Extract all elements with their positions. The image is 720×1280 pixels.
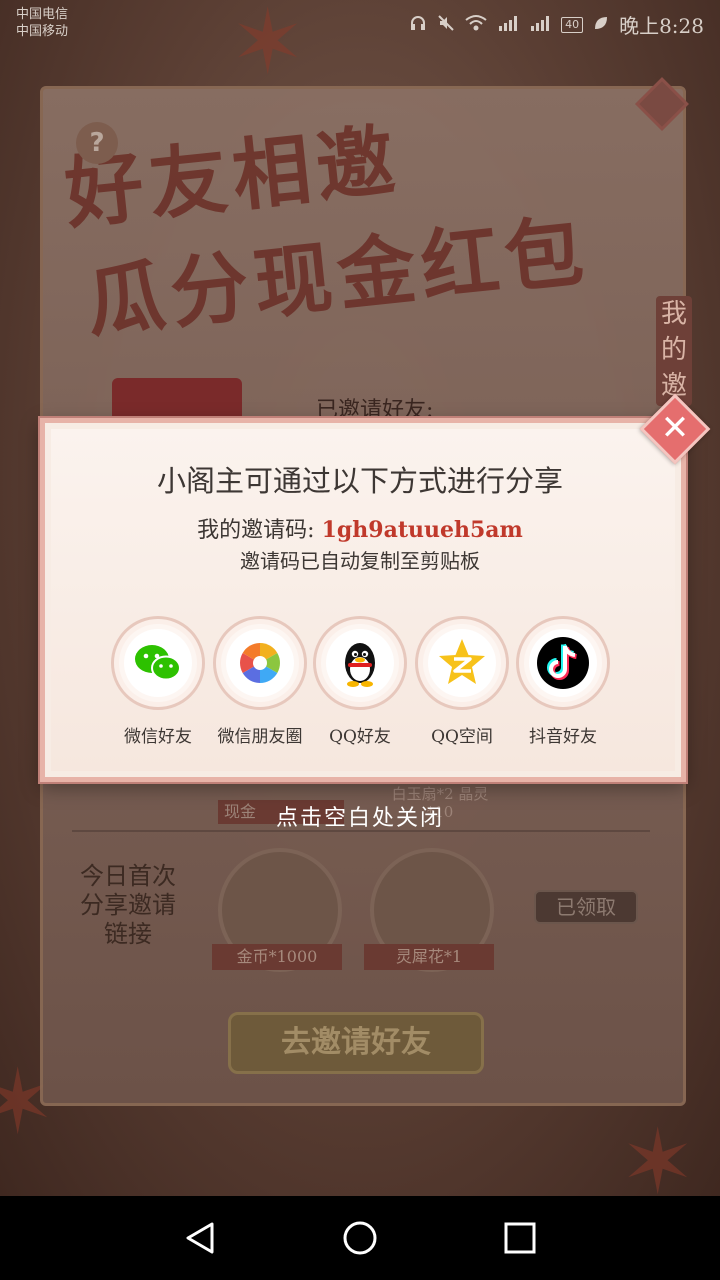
- share-qzone[interactable]: QQ空间: [407, 616, 517, 747]
- share-icon-frame[interactable]: [213, 616, 307, 710]
- qq-icon[interactable]: [326, 629, 394, 697]
- status-bar: 中国电信 中国移动 40 晚上8:28: [0, 0, 720, 46]
- carrier-info: 中国电信 中国移动: [16, 6, 68, 40]
- share-qq-friend[interactable]: QQ好友: [305, 616, 415, 747]
- signal-2g-icon: [529, 14, 551, 36]
- wechat-moments-icon[interactable]: [226, 629, 294, 697]
- recents-icon[interactable]: [496, 1214, 544, 1262]
- invite-code-line: 我的邀请码: 1gh9atuueh5am: [0, 512, 720, 544]
- clock: 晚上8:28: [619, 14, 704, 38]
- wifi-icon: [465, 14, 487, 36]
- share-label[interactable]: 微信朋友圈: [205, 722, 315, 747]
- share-wechat-moments[interactable]: 微信朋友圈: [205, 616, 315, 747]
- share-label[interactable]: 抖音好友: [508, 722, 618, 747]
- share-icon-frame[interactable]: [313, 616, 407, 710]
- qzone-icon[interactable]: [428, 629, 496, 697]
- flower-reward-label: 灵犀花*1: [364, 944, 494, 970]
- headphones-icon: [409, 14, 427, 36]
- screen[interactable]: 中国电信 中国移动 40 晚上8:28 ✶ ✶ ✶ 好友相邀 瓜分现金红包 ? …: [0, 0, 720, 1196]
- navigation-bar: [0, 1196, 720, 1280]
- invite-code-label: 我的邀请码:: [197, 518, 315, 543]
- carrier-1: 中国电信: [16, 7, 69, 22]
- share-wechat-friend[interactable]: 微信好友: [103, 616, 213, 747]
- leaf-icon: [593, 15, 609, 35]
- share-icon-frame[interactable]: [415, 616, 509, 710]
- coins-reward-label: 金币*1000: [212, 944, 342, 970]
- share-icon-frame[interactable]: [516, 616, 610, 710]
- back-icon[interactable]: [176, 1214, 224, 1262]
- share-label[interactable]: QQ好友: [305, 722, 415, 747]
- invite-code-value[interactable]: 1gh9atuueh5am: [322, 517, 523, 543]
- claimed-button[interactable]: 已领取: [534, 890, 638, 924]
- mute-icon: [437, 14, 455, 36]
- douyin-icon[interactable]: [529, 629, 597, 697]
- my-invites-tab[interactable]: 我的邀: [656, 296, 692, 406]
- share-label[interactable]: 微信好友: [103, 722, 213, 747]
- signal-4g-icon: [497, 14, 519, 36]
- close-icon[interactable]: ✕: [650, 404, 700, 454]
- task-label: 今日首次分享邀请链接: [80, 862, 176, 948]
- maple-leaf-decoration: ✶: [620, 1110, 696, 1196]
- battery-icon: 40: [561, 16, 584, 33]
- close-hint[interactable]: 点击空白处关闭: [0, 800, 720, 832]
- help-icon[interactable]: ?: [76, 122, 118, 164]
- share-icon-frame[interactable]: [111, 616, 205, 710]
- home-icon[interactable]: [336, 1214, 384, 1262]
- copied-note: 邀请码已自动复制至剪贴板: [240, 549, 480, 573]
- dialog-title: 小阁主可通过以下方式进行分享: [156, 464, 563, 498]
- share-douyin-friend[interactable]: 抖音好友: [508, 616, 618, 747]
- invite-friends-button[interactable]: 去邀请好友: [228, 1012, 484, 1074]
- share-label[interactable]: QQ空间: [407, 722, 517, 747]
- wechat-icon[interactable]: [124, 629, 192, 697]
- maple-leaf-decoration: ✶: [230, 0, 306, 95]
- carrier-2: 中国移动: [16, 24, 69, 39]
- status-icons: 40 晚上8:28: [409, 10, 704, 39]
